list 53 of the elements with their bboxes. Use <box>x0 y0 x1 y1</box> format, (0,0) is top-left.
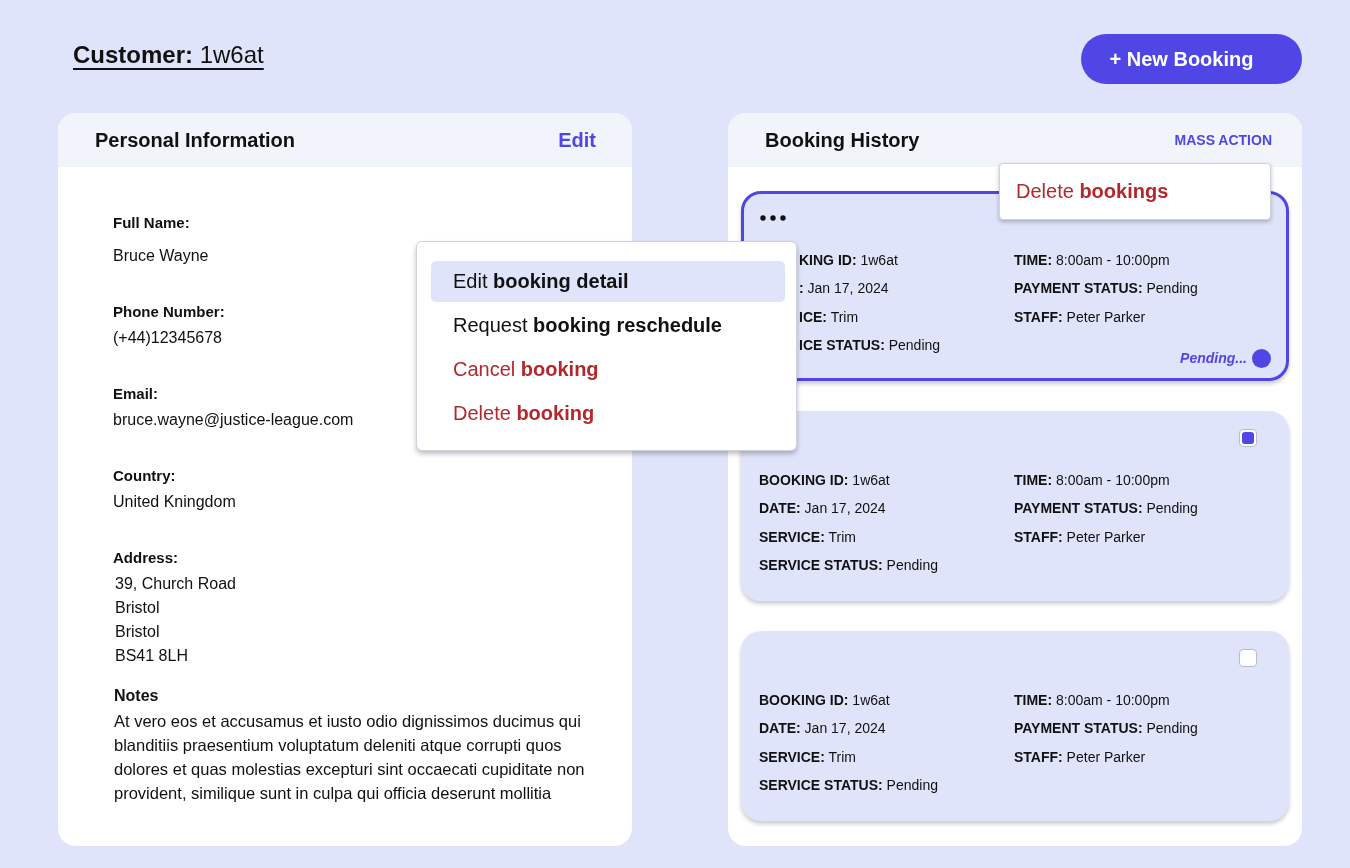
more-icon[interactable] <box>760 215 786 221</box>
booking-field: TIME: 8:00am - 10:00pm <box>1014 246 1170 275</box>
booking-field: BOOKING ID: 1w6at <box>759 466 890 495</box>
booking-field: PAYMENT STATUS: Pending <box>1014 714 1198 743</box>
status-text: Pending... <box>1180 350 1247 366</box>
address-line: Bristol <box>115 598 160 618</box>
address-line: BS41 8LH <box>115 646 188 666</box>
notes-label: Notes <box>114 686 159 706</box>
field-label: Address: <box>113 548 179 568</box>
booking-field: PAYMENT STATUS: Pending <box>1014 494 1198 523</box>
booking-field: STAFF: Peter Parker <box>1014 742 1146 772</box>
booking-field: BOOKING ID: 1w6at <box>759 686 890 715</box>
booking-field: STAFF: Peter Parker <box>1014 302 1146 332</box>
booking-card[interactable]: BOOKING ID: 1w6at DATE: Jan 17, 2024 SERVICE: Trim SERVICE STATUS: Pending TIME: 8:00am - 10:00pm PAYMENT STATUS: Pending STAFF: Peter Parker <box>741 411 1289 601</box>
booking-field: SERVICE STATUS: Pending <box>759 551 938 580</box>
address-line: 39, Church Road <box>115 574 236 594</box>
notes-text: At vero eos et accusamus et iusto odio dignissimos ducimus qui blanditiis praesentium voluptatum deleniti atque corrupti quos dolores et quas molestias excepturi sint occaecati cupiditate non provident, similique sunt in culpa qui officia deserunt mollitia <box>114 711 586 804</box>
menu-item[interactable]: Edit booking detail <box>431 261 785 302</box>
mass-action-link[interactable]: MASS ACTION <box>1174 132 1272 148</box>
panel-title: Booking History <box>765 128 920 152</box>
booking-field: SERVICE: Trim <box>759 522 856 552</box>
field-value: bruce.wayne@justice-league.com <box>113 410 354 430</box>
booking-field: STAFF: Peter Parker <box>1014 522 1146 552</box>
field-value: United Kningdom <box>113 492 236 512</box>
address-line: Bristol <box>115 622 160 642</box>
checkbox[interactable] <box>1239 429 1257 447</box>
booking-field: KING ID: 1w6at <box>799 246 898 275</box>
new-booking-button[interactable]: + New Booking <box>1081 34 1302 84</box>
booking-field: SERVICE STATUS: Pending <box>759 771 938 800</box>
menu-item[interactable]: Request booking reschedule <box>431 305 785 346</box>
booking-field: ICE STATUS: Pending <box>799 331 941 360</box>
booking-field: SERVICE: Trim <box>759 742 856 772</box>
edit-link[interactable]: Edit <box>558 128 596 152</box>
booking-field: TIME: 8:00am - 10:00pm <box>1014 466 1170 495</box>
field-label: Full Name: <box>113 213 190 233</box>
panel-title: Personal Information <box>95 128 296 152</box>
checkbox[interactable] <box>1239 649 1257 667</box>
status-dot-icon <box>1252 348 1271 368</box>
booking-field: TIME: 8:00am - 10:00pm <box>1014 686 1170 715</box>
field-label: Email: <box>113 384 158 404</box>
customer-title: Customer: 1w6at <box>73 41 264 69</box>
booking-field: PAYMENT STATUS: Pending <box>1014 274 1198 303</box>
field-value: Bruce Wayne <box>113 246 209 266</box>
menu-item[interactable]: Cancel booking <box>431 349 785 390</box>
booking-field: DATE: Jan 17, 2024 <box>759 714 886 743</box>
menu-item[interactable]: Delete bookings <box>1016 164 1169 219</box>
booking-card[interactable]: BOOKING ID: 1w6at DATE: Jan 17, 2024 SERVICE: Trim SERVICE STATUS: Pending TIME: 8:00am - 10:00pm PAYMENT STATUS: Pending STAFF: Peter Parker <box>741 631 1289 821</box>
booking-field: : Jan 17, 2024 <box>799 274 889 303</box>
field-label: Country: <box>113 466 176 486</box>
booking-field: DATE: Jan 17, 2024 <box>759 494 886 523</box>
field-label: Phone Number: <box>113 302 225 322</box>
field-value: (+44)12345678 <box>113 328 222 348</box>
booking-field: ICE: Trim <box>799 302 859 332</box>
